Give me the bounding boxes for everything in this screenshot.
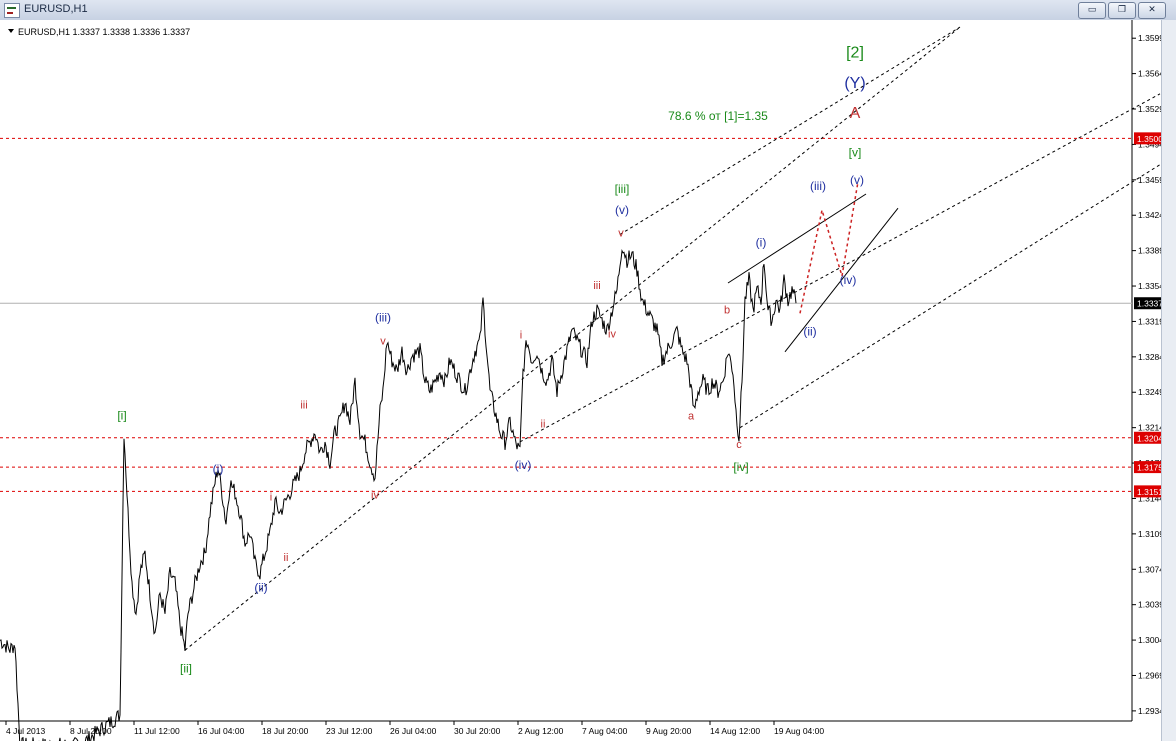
x-tick-label: 4 Jul 2013 — [6, 726, 45, 736]
current-price-tag-label: 1.3337 — [1137, 299, 1163, 309]
x-tick-label: 26 Jul 04:00 — [390, 726, 437, 736]
wave-label: (v) — [850, 173, 864, 187]
wave-label: iv — [371, 489, 379, 501]
x-tick-label: 7 Aug 04:00 — [582, 726, 628, 736]
wave-label: [v] — [849, 146, 862, 160]
wave-label: a — [688, 411, 695, 423]
wave-label: iv — [608, 329, 616, 341]
x-tick-label: 14 Aug 12:00 — [710, 726, 760, 736]
x-tick-label: 9 Aug 20:00 — [646, 726, 692, 736]
x-tick-label: 18 Jul 20:00 — [262, 726, 309, 736]
wave-label: [i] — [117, 409, 126, 423]
close-button[interactable]: ✕ — [1138, 2, 1166, 19]
wave-label: ii — [541, 419, 546, 431]
wave-label: [iii] — [615, 182, 630, 196]
wave-label: (iv) — [515, 458, 532, 472]
wave-label: v — [380, 336, 386, 348]
wave-label: i — [520, 330, 522, 342]
wave-label: (i) — [213, 462, 224, 476]
x-tick-label: 19 Aug 04:00 — [774, 726, 824, 736]
level-price-tag-label: 1.3151 — [1137, 487, 1163, 497]
x-tick-label: 16 Jul 04:00 — [198, 726, 245, 736]
wave-label: (iii) — [375, 310, 391, 324]
level-price-tag-label: 1.3500 — [1137, 134, 1163, 144]
chart-header: EURUSD,H1 1.3337 1.3338 1.3336 1.3337 — [18, 27, 190, 37]
x-tick-label: 30 Jul 20:00 — [454, 726, 501, 736]
wave-label: ii — [284, 552, 289, 564]
wave-label: [ii] — [180, 661, 192, 675]
level-price-tag-label: 1.3175 — [1137, 463, 1163, 473]
wave-label: (ii) — [803, 325, 816, 339]
price-chart[interactable]: EURUSD,H1 1.3337 1.3338 1.3336 1.3337 78… — [0, 20, 1176, 741]
x-tick-label: 11 Jul 12:00 — [134, 726, 180, 736]
wave-label: (ii) — [254, 581, 267, 595]
x-tick-label: 2 Aug 12:00 — [518, 726, 564, 736]
wave-label: (Y) — [844, 75, 865, 92]
wave-label: [2] — [846, 44, 864, 61]
wave-label: (v) — [615, 203, 629, 217]
wave-label: (iv) — [840, 273, 857, 287]
wave-label: v — [618, 227, 624, 239]
minimize-button[interactable]: ▭ — [1078, 2, 1106, 19]
wave-label: A — [850, 105, 861, 122]
level-price-tag-label: 1.3204 — [1137, 433, 1163, 443]
wave-label: [iv] — [733, 460, 748, 474]
wave-label: (i) — [756, 236, 767, 250]
x-tick-label: 8 Jul 20:00 — [70, 726, 112, 736]
wave-label: i — [270, 491, 272, 503]
chart-window-icon — [4, 3, 20, 18]
window-titlebar: EURUSD,H1 ▭ ❐ ✕ — [0, 0, 1176, 21]
wave-label: iii — [593, 280, 600, 292]
x-tick-label: 23 Jul 12:00 — [326, 726, 373, 736]
window-title: EURUSD,H1 — [24, 3, 88, 15]
vertical-scrollbar[interactable] — [1161, 20, 1176, 741]
wave-label: c — [736, 439, 742, 451]
fib-level-label: 78.6 % от [1]=1.35 — [668, 109, 768, 123]
wave-label: b — [724, 304, 730, 316]
restore-button[interactable]: ❐ — [1108, 2, 1136, 19]
wave-label: (iii) — [810, 179, 826, 193]
chart-area[interactable]: EURUSD,H1 1.3337 1.3338 1.3336 1.3337 78… — [0, 20, 1176, 741]
plot-background — [0, 20, 1132, 721]
wave-label: iii — [300, 399, 307, 411]
